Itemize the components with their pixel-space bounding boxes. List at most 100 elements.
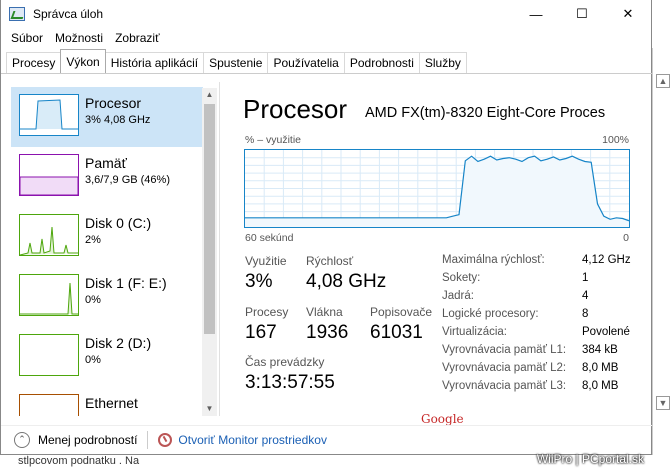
sidebar-item-disk1[interactable]: Disk 1 (F: E:) 0%: [11, 267, 203, 327]
cpu-thumbnail: [19, 94, 79, 136]
menu-bar: Súbor Možnosti Zobraziť: [1, 28, 651, 48]
sidebar-item-disk0[interactable]: Disk 0 (C:) 2%: [11, 207, 203, 267]
sidebar-item-disk2[interactable]: Disk 2 (D:) 0%: [11, 327, 203, 387]
scroll-up-icon[interactable]: ▲: [202, 88, 217, 102]
stat-value: 1936: [306, 322, 349, 343]
cpu-specs: Maximálna rýchlosť: 4,12 GHz Sokety: 1 Jad…: [442, 254, 642, 398]
scrollbar-thumb[interactable]: [204, 104, 215, 334]
spec-value: 8,0 MB: [582, 380, 619, 392]
task-manager-window: Správca úloh — ☐ ✕ Súbor Možnosti Zobraz…: [0, 0, 652, 455]
stat-label: Využitie: [245, 254, 287, 268]
stat-label: Popisovače: [370, 305, 433, 319]
sidebar-item-label: Disk 2 (D:): [85, 335, 152, 351]
watermark: WiiPro | PCportal.sk: [536, 452, 644, 466]
spec-key: Maximálna rýchlosť:: [442, 254, 545, 266]
open-resource-monitor-link[interactable]: Otvoriť Monitor prostriedkov: [178, 433, 327, 447]
minimize-button[interactable]: —: [513, 0, 559, 28]
spec-row: Jadrá: 4: [442, 290, 642, 308]
spec-row: Vyrovnávacia pamäť L2: 8,0 MB: [442, 362, 642, 380]
spec-key: Vyrovnávacia pamäť L3:: [442, 380, 567, 392]
scroll-down-icon[interactable]: ▼: [202, 402, 217, 416]
sidebar-item-label: Ethernet: [85, 395, 138, 411]
sidebar-item-value: 0%: [85, 354, 101, 366]
cpu-usage-graph: [244, 149, 630, 228]
maximize-button[interactable]: ☐: [559, 0, 605, 28]
background-scroll-down-icon: ▼: [656, 396, 670, 410]
tab-strip: Procesy Výkon História aplikácií Spusten…: [6, 49, 467, 73]
memory-thumbnail: [19, 154, 79, 196]
title-bar: Správca úloh — ☐ ✕: [1, 0, 651, 28]
spec-row: Vyrovnávacia pamäť L3: 8,0 MB: [442, 380, 642, 398]
sidebar-item-label: Pamäť: [85, 155, 127, 171]
sidebar-scrollbar[interactable]: ▲ ▼: [202, 88, 217, 416]
tab-app-history[interactable]: História aplikácií: [104, 52, 205, 73]
spec-row: Virtualizácia: Povolené: [442, 326, 642, 344]
window-title: Správca úloh: [33, 7, 104, 21]
close-button[interactable]: ✕: [605, 0, 651, 28]
chevron-up-icon[interactable]: ⌃: [14, 431, 30, 448]
spec-row: Sokety: 1: [442, 272, 642, 290]
ethernet-thumbnail: [19, 394, 79, 416]
sidebar-item-label: Disk 0 (C:): [85, 215, 152, 231]
tab-users[interactable]: Používatelia: [267, 52, 345, 73]
background-page-right: ▲ ▼: [652, 48, 672, 470]
sidebar-item-cpu[interactable]: Procesor 3% 4,08 GHz: [11, 87, 203, 147]
cpu-detail-panel: Procesor AMD FX(tm)-8320 Eight-Core Proc…: [231, 82, 642, 426]
sidebar-item-memory[interactable]: Pamäť 3,6/7,9 GB (46%): [11, 147, 203, 207]
spec-key: Virtualizácia:: [442, 326, 507, 338]
spec-value: 8: [582, 308, 589, 320]
spec-value: 4,12 GHz: [582, 254, 631, 266]
graph-y-max-label: 100%: [602, 134, 629, 146]
stat-label: Vlákna: [306, 305, 343, 319]
disk2-thumbnail: [19, 334, 79, 376]
sidebar-item-ethernet[interactable]: Ethernet: [11, 387, 203, 416]
page-title: Procesor: [243, 94, 348, 124]
stat-speed: Rýchlosť 4,08 GHz: [306, 254, 386, 293]
tab-performance[interactable]: Výkon: [60, 49, 106, 73]
stat-value: 3%: [245, 271, 273, 292]
tab-startup[interactable]: Spustenie: [203, 52, 269, 73]
cpu-usage-chart: [245, 150, 630, 227]
spec-value: 384 kB: [582, 344, 618, 356]
graph-y-label: % – využitie: [245, 134, 302, 146]
sidebar-item-value: 2%: [85, 234, 101, 246]
stat-threads: Vlákna 1936: [306, 305, 348, 344]
stat-handles: Popisovače 61031: [370, 305, 432, 344]
graph-x-end-label: 0: [623, 232, 629, 244]
stat-label: Rýchlosť: [306, 254, 354, 268]
google-overlay-text: Google: [421, 412, 464, 426]
spec-row: Logické procesory: 8: [442, 308, 642, 326]
spec-value: Povolené: [582, 326, 630, 338]
menu-file[interactable]: Súbor: [5, 31, 49, 45]
cpu-model-name: AMD FX(tm)-8320 Eight-Core Proces: [365, 105, 606, 121]
stat-utilization: Využitie 3%: [245, 254, 287, 293]
sidebar-item-value: 0%: [85, 294, 101, 306]
fewer-details-button[interactable]: Menej podrobností: [38, 433, 137, 447]
spec-key: Jadrá:: [442, 290, 474, 302]
menu-view[interactable]: Zobraziť: [109, 31, 166, 45]
menu-options[interactable]: Možnosti: [49, 31, 109, 45]
spec-key: Vyrovnávacia pamäť L1:: [442, 344, 567, 356]
stat-value: 167: [245, 322, 277, 343]
stat-label: Čas prevádzky: [245, 355, 325, 369]
resource-sidebar: Procesor 3% 4,08 GHz Pamäť 3,6/7,9 GB (4…: [6, 82, 218, 416]
stat-uptime: Čas prevádzky 3:13:57:55: [245, 355, 335, 394]
spec-value: 8,0 MB: [582, 362, 619, 374]
sidebar-item-value: 3% 4,08 GHz: [85, 114, 151, 126]
spec-row: Maximálna rýchlosť: 4,12 GHz: [442, 254, 642, 272]
tab-details[interactable]: Podrobnosti: [343, 52, 420, 73]
tab-processes[interactable]: Procesy: [6, 52, 62, 73]
graph-x-label: 60 sekúnd: [245, 232, 294, 244]
spec-key: Logické procesory:: [442, 308, 539, 320]
spec-row: Vyrovnávacia pamäť L1: 384 kB: [442, 344, 642, 362]
tab-services[interactable]: Služby: [418, 52, 467, 73]
disk1-thumbnail: [19, 274, 79, 316]
disk0-thumbnail: [19, 214, 79, 256]
spec-key: Vyrovnávacia pamäť L2:: [442, 362, 567, 374]
spec-value: 1: [582, 272, 589, 284]
stat-processes: Procesy 167: [245, 305, 288, 344]
stat-value: 4,08 GHz: [306, 271, 387, 292]
resource-monitor-icon: [158, 432, 173, 447]
spec-key: Sokety:: [442, 272, 481, 284]
spec-value: 4: [582, 290, 589, 302]
